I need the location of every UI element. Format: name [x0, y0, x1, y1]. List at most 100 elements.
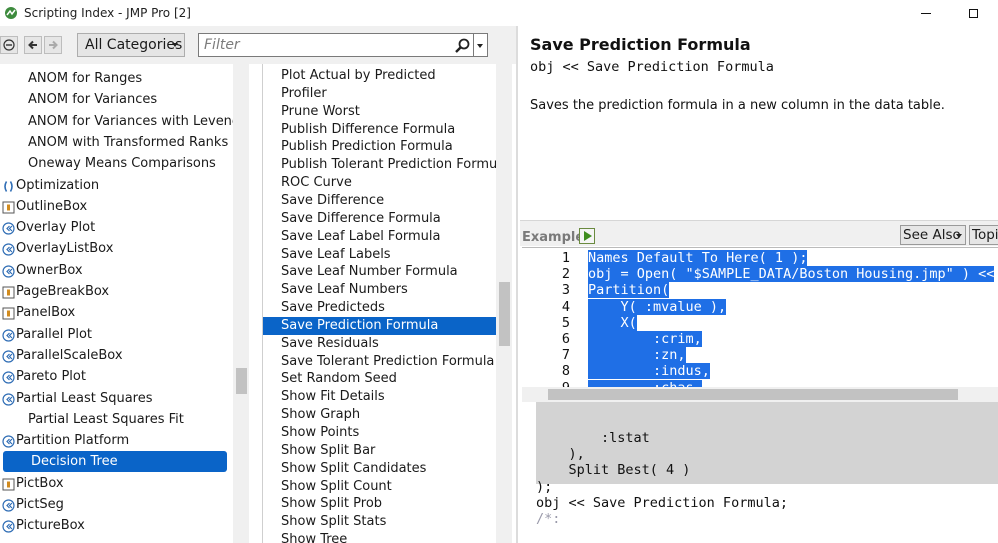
platform-icon — [2, 370, 15, 384]
message-item[interactable]: Publish Tolerant Prediction Formula — [263, 156, 497, 174]
message-item[interactable]: Show Tree — [263, 531, 497, 543]
search-icon[interactable] — [454, 37, 472, 55]
line-number: 2 — [561, 266, 570, 283]
run-script-button[interactable] — [579, 228, 595, 244]
code-line: 7 :zn, — [522, 347, 998, 364]
message-scrollbar[interactable] — [496, 64, 512, 543]
see-also-button[interactable]: See Also — [900, 225, 966, 245]
message-item[interactable]: Save Difference Formula — [263, 210, 497, 228]
message-item[interactable]: Show Points — [263, 424, 497, 442]
back-button[interactable] — [24, 36, 42, 54]
message-item[interactable]: Show Graph — [263, 406, 497, 424]
search-options-dropdown[interactable] — [474, 33, 488, 57]
tree-item[interactable]: Partial Least Squares — [0, 388, 153, 409]
tree-item[interactable]: Optimization — [0, 175, 99, 196]
code-editor[interactable]: 1 Names Default To Here( 1 ); 2 obj = Open(… — [522, 247, 998, 387]
chevron-down-icon — [172, 43, 178, 47]
message-item[interactable]: Show Split Stats — [263, 513, 497, 531]
tree-item[interactable]: OverlayListBox — [0, 238, 113, 259]
tree-item[interactable]: ANOM for Variances with Levene(A — [0, 111, 249, 132]
message-item[interactable]: Plot Actual by Predicted — [263, 67, 497, 85]
category-tree: ANOM for Ranges ANOM for Variances ANOM fo… — [0, 64, 249, 543]
tree-item[interactable]: PanelBox — [0, 302, 75, 323]
filter-input[interactable] — [198, 33, 474, 57]
message-item[interactable]: Set Random Seed — [263, 370, 497, 388]
line-number: 5 — [561, 314, 570, 331]
code-line: 2 obj = Open( "$SAMPLE_DATA/Boston Housin… — [522, 266, 998, 283]
message-item[interactable]: Publish Prediction Formula — [263, 138, 497, 156]
message-item[interactable]: Save Leaf Labels — [263, 246, 497, 264]
maximize-button[interactable] — [950, 0, 996, 26]
tree-item-label: Partial Least Squares Fit — [28, 411, 184, 427]
message-item[interactable]: Show Split Count — [263, 478, 497, 496]
message-item[interactable]: Profiler — [263, 85, 497, 103]
example-label: Example — [522, 230, 585, 245]
window-title: Scripting Index - JMP Pro [2] — [24, 6, 191, 20]
parens-icon — [2, 179, 15, 192]
tree-scrollbar[interactable] — [233, 64, 249, 543]
tree-item[interactable]: ANOM with Transformed Ranks — [0, 132, 228, 153]
code-text: obj = Open( "$SAMPLE_DATA/Boston Housing… — [588, 266, 995, 283]
tree-item[interactable]: Decision Tree — [3, 451, 227, 473]
tree-item[interactable]: Partition Platform — [0, 430, 129, 451]
code-text: :zn, — [588, 347, 686, 364]
jmp-app-icon — [4, 6, 18, 20]
message-item[interactable]: Save Prediction Formula — [263, 316, 497, 335]
message-item[interactable]: Show Split Bar — [263, 442, 497, 460]
toolbar: All Categories — [0, 26, 516, 64]
title-bar: Scripting Index - JMP Pro [2] — [0, 0, 998, 26]
line-number: 3 — [561, 282, 570, 299]
code-scrollbar-thumb[interactable] — [548, 389, 958, 400]
message-item[interactable]: Save Leaf Numbers — [263, 281, 497, 299]
line-number: 7 — [561, 347, 570, 364]
platform-icon — [2, 519, 15, 533]
tree-item[interactable]: PictureBox — [0, 515, 85, 536]
message-item[interactable]: Save Leaf Number Formula — [263, 263, 497, 281]
line-number: 1 — [561, 250, 570, 266]
tree-item[interactable]: Parallel Plot — [0, 324, 92, 345]
message-item[interactable]: Show Fit Details — [263, 388, 497, 406]
tree-item[interactable]: OutlineBox — [0, 196, 87, 217]
tree-item[interactable]: PageBreakBox — [0, 281, 109, 302]
tree-item[interactable]: ANOM for Variances — [0, 89, 157, 110]
tree-item[interactable]: Pareto Plot — [0, 366, 86, 387]
tree-scrollbar-thumb[interactable] — [236, 368, 247, 394]
tree-item-label: Partition Platform — [16, 433, 130, 449]
platform-icon — [2, 264, 15, 278]
tree-item-label: ANOM for Ranges — [28, 71, 143, 86]
forward-button[interactable] — [44, 36, 62, 54]
message-item[interactable]: Publish Difference Formula — [263, 121, 497, 139]
tree-item[interactable]: Partial Least Squares Fit — [0, 409, 184, 430]
tree-item[interactable]: Overlay Plot — [0, 217, 95, 238]
tree-item[interactable]: ANOM for Ranges — [0, 68, 142, 89]
maximize-icon — [968, 8, 978, 18]
message-item[interactable]: Prune Worst — [263, 103, 497, 121]
tree-item[interactable]: ParallelScaleBox — [0, 345, 123, 366]
minimize-button[interactable] — [903, 0, 949, 26]
log-output[interactable]: :lstat ), Split Best( 4 )); obj << Save P… — [522, 402, 998, 543]
collapse-button[interactable] — [0, 36, 18, 54]
message-item[interactable]: ROC Curve — [263, 174, 497, 192]
code-line: 4 Y( :mvalue ), — [522, 298, 998, 315]
code-line: 5 X( — [522, 314, 998, 331]
tree-item[interactable]: PictBox — [0, 473, 64, 494]
log-line: /*: — [536, 511, 561, 527]
tree-item-label: PictBox — [16, 475, 64, 491]
message-scrollbar-thumb[interactable] — [499, 282, 510, 346]
tree-item[interactable]: OwnerBox — [0, 260, 83, 281]
tree-item[interactable]: PictSeg — [0, 494, 64, 515]
code-horizontal-scrollbar[interactable] — [522, 387, 998, 402]
message-item[interactable]: Show Split Candidates — [263, 460, 497, 478]
chevron-down-icon — [956, 234, 962, 238]
tree-item-label: OutlineBox — [16, 198, 88, 214]
message-item[interactable]: Save Tolerant Prediction Formula — [263, 353, 497, 371]
message-item[interactable]: Save Leaf Label Formula — [263, 228, 497, 246]
topics-button[interactable]: Topic — [969, 225, 998, 245]
category-select[interactable]: All Categories — [77, 33, 185, 57]
message-item[interactable]: Save Difference — [263, 192, 497, 210]
message-item[interactable]: Save Residuals — [263, 335, 497, 353]
message-item[interactable]: Show Split Prob — [263, 495, 497, 513]
message-item[interactable]: Save Predicteds — [263, 299, 497, 317]
log-line: Split Best( 4 ) — [536, 462, 691, 479]
tree-item[interactable]: Oneway Means Comparisons — [0, 153, 216, 174]
